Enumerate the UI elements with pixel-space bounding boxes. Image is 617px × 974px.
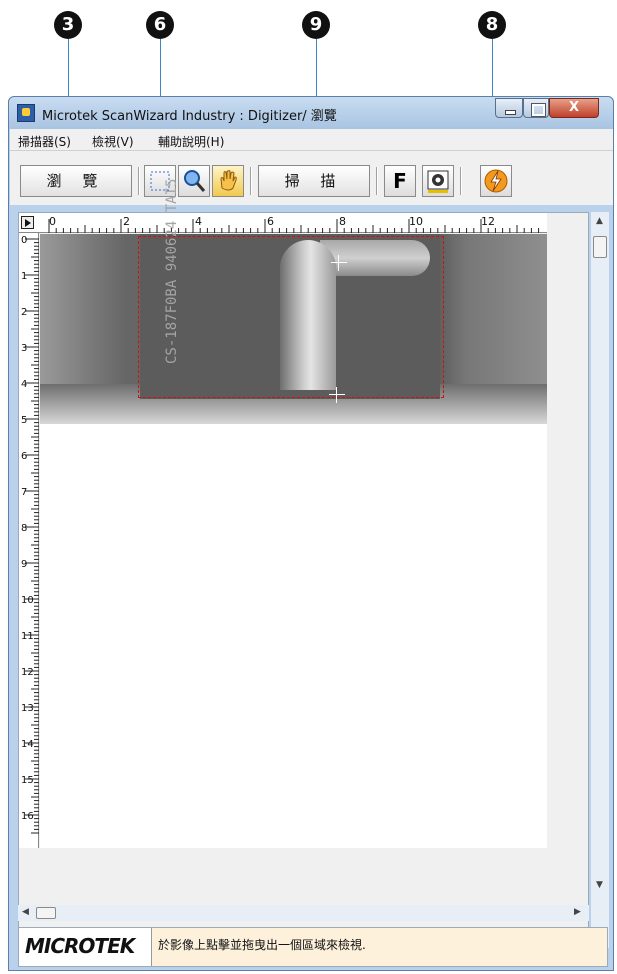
ruler-h-label: 8 [339, 215, 346, 228]
microtek-logo: MICROTEK [25, 934, 135, 958]
scroll-down-icon[interactable]: ▼ [596, 880, 603, 890]
title-bar[interactable]: Microtek ScanWizard Industry : Digitizer… [9, 97, 613, 129]
toolbar-separator [138, 167, 140, 195]
ruler-v-label: 3 [21, 343, 28, 354]
ruler-v-label: 2 [21, 307, 28, 318]
gear-icon [427, 170, 449, 193]
selection-handle[interactable] [329, 387, 345, 403]
scroll-up-icon[interactable]: ▲ [596, 216, 603, 226]
menu-view[interactable]: 檢視(V) [92, 133, 134, 150]
ruler-h-label: 2 [123, 215, 130, 228]
ruler-v-label: 5 [21, 415, 28, 426]
ruler-v-label: 7 [21, 487, 28, 498]
status-bar: MICROTEK 於影像上點擊並拖曳出一個區域來檢視. [18, 927, 608, 967]
maximize-button[interactable] [523, 98, 549, 118]
app-icon[interactable] [17, 104, 35, 122]
hand-icon [220, 170, 237, 191]
scroll-left-icon[interactable]: ◀ [22, 907, 29, 917]
menu-scanner[interactable]: 掃描器(S) [18, 133, 71, 150]
horizontal-scroll-thumb[interactable] [36, 907, 56, 919]
vertical-scroll-thumb[interactable] [593, 236, 607, 258]
window-title: Microtek ScanWizard Industry : Digitizer… [42, 109, 337, 124]
callout-8: 8 [478, 11, 506, 39]
ruler-v-label: 8 [21, 523, 28, 534]
callout-9: 9 [302, 11, 330, 39]
selection-marquee[interactable] [138, 236, 444, 398]
ruler-ticks [25, 238, 39, 834]
status-message: 於影像上點擊並拖曳出一個區域來檢視. [151, 928, 607, 966]
ruler-v-label: 16 [21, 811, 34, 822]
ruler-v-label: 4 [21, 379, 28, 390]
toolbar: 瀏 覽 掃 描 F [10, 151, 613, 205]
scroll-right-icon[interactable]: ▶ [574, 907, 581, 917]
lightning-icon [484, 169, 508, 193]
selection-handle[interactable] [331, 255, 347, 271]
ruler-h-label: 4 [195, 215, 202, 228]
horizontal-ruler: 0 2 4 6 8 10 12 [19, 213, 547, 233]
toolbar-separator [460, 167, 462, 195]
toolbar-separator [376, 167, 378, 195]
ruler-v-label: 11 [21, 631, 34, 642]
ruler-v-label: 15 [21, 775, 34, 786]
zoom-button[interactable] [178, 165, 210, 197]
close-icon: X [568, 100, 580, 115]
ruler-h-label: 6 [267, 215, 274, 228]
ruler-v-label: 0 [21, 235, 28, 246]
quick-scan-button[interactable] [480, 165, 512, 197]
magnifier-icon [184, 170, 206, 192]
ruler-v-label: 1 [21, 271, 28, 282]
ruler-v-label: 9 [21, 559, 28, 570]
horizontal-scrollbar[interactable]: ◀ ▶ [18, 905, 589, 921]
ruler-h-label: 0 [49, 215, 56, 228]
callout-3: 3 [54, 11, 82, 39]
preview-canvas[interactable]: CS-187F0BA 940624 TAI5 [40, 179, 547, 848]
callout-6: 6 [146, 11, 174, 39]
pan-button[interactable] [212, 165, 244, 197]
ruler-h-label: 10 [409, 215, 423, 228]
scan-button[interactable]: 掃 描 [258, 165, 370, 197]
menu-bar: 掃描器(S) 檢視(V) 輔助說明(H) [10, 129, 613, 151]
menu-help[interactable]: 輔助說明(H) [158, 133, 224, 150]
preview-button[interactable]: 瀏 覽 [20, 165, 132, 197]
ruler-v-label: 12 [21, 667, 34, 678]
ruler-v-label: 14 [21, 739, 34, 750]
vertical-scrollbar[interactable]: ▲ ▼ [591, 212, 609, 948]
ruler-ticks [48, 219, 540, 233]
ruler-v-label: 13 [21, 703, 34, 714]
ruler-v-label: 6 [21, 451, 28, 462]
close-button[interactable]: X [549, 98, 599, 118]
minimize-button[interactable] [495, 98, 523, 118]
toolbar-separator [250, 167, 252, 195]
settings-button[interactable] [422, 165, 454, 197]
ruler-v-label: 10 [21, 595, 34, 606]
filter-button[interactable]: F [384, 165, 416, 197]
preview-area: 0 2 4 6 8 10 12 0 1 2 3 4 5 6 7 8 9 10 11 12 13 14 15 16… [18, 179, 589, 948]
scanwizard-window: Microtek ScanWizard Industry : Digitizer… [8, 96, 614, 971]
vertical-ruler: 0 1 2 3 4 5 6 7 8 9 10 11 12 13 14 15 16 [19, 233, 39, 848]
ruler-h-label: 12 [481, 215, 495, 228]
